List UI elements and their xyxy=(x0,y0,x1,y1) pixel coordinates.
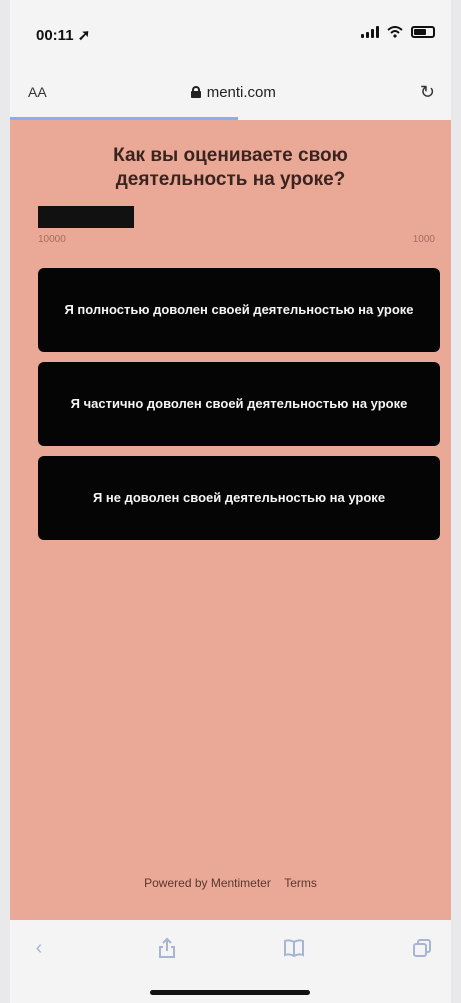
powered-by-link[interactable]: Powered by Mentimeter xyxy=(144,876,271,890)
battery-icon xyxy=(411,26,435,38)
back-chevron-icon[interactable]: ‹ xyxy=(28,937,50,959)
location-arrow-icon: ➚ xyxy=(73,27,91,44)
status-time: 00:11 ➚ xyxy=(36,27,91,44)
option-button-not-satisfied[interactable]: Я не доволен своей деятельностью на урок… xyxy=(38,456,440,540)
address-bar[interactable]: AA menti.com ↻ xyxy=(10,66,451,118)
url-field[interactable]: menti.com xyxy=(190,83,276,101)
scale-label-right: 1000 xyxy=(412,234,435,245)
reload-icon[interactable]: ↻ xyxy=(420,82,435,103)
text-size-button[interactable]: AA xyxy=(28,84,47,100)
share-icon[interactable] xyxy=(156,937,178,959)
book-icon[interactable] xyxy=(283,937,305,959)
lock-icon xyxy=(190,86,201,98)
scale-label-left: 10000 xyxy=(38,234,66,245)
status-bar: 00:11 ➚ xyxy=(10,0,451,66)
poll-content: Как вы оцениваете свою деятельность на у… xyxy=(10,120,451,920)
redacted-block xyxy=(38,206,134,228)
browser-toolbar: ‹ xyxy=(10,920,451,976)
url-text: menti.com xyxy=(206,83,276,101)
poll-question: Как вы оцениваете свою деятельность на у… xyxy=(113,145,348,190)
signal-bars-icon xyxy=(361,26,379,38)
wifi-icon xyxy=(387,26,403,38)
option-button-fully-satisfied[interactable]: Я полностью доволен своей деятельностью … xyxy=(38,268,440,352)
terms-link[interactable]: Terms xyxy=(284,876,317,890)
footer: Powered by Mentimeter Terms xyxy=(10,876,451,890)
option-button-partially-satisfied[interactable]: Я частично доволен своей деятельностью н… xyxy=(38,362,440,446)
home-indicator xyxy=(150,990,310,995)
phone-screen: 00:11 ➚ AA menti.com ↻ Как вы оцениваете… xyxy=(10,0,451,1003)
tabs-icon[interactable] xyxy=(411,937,433,959)
